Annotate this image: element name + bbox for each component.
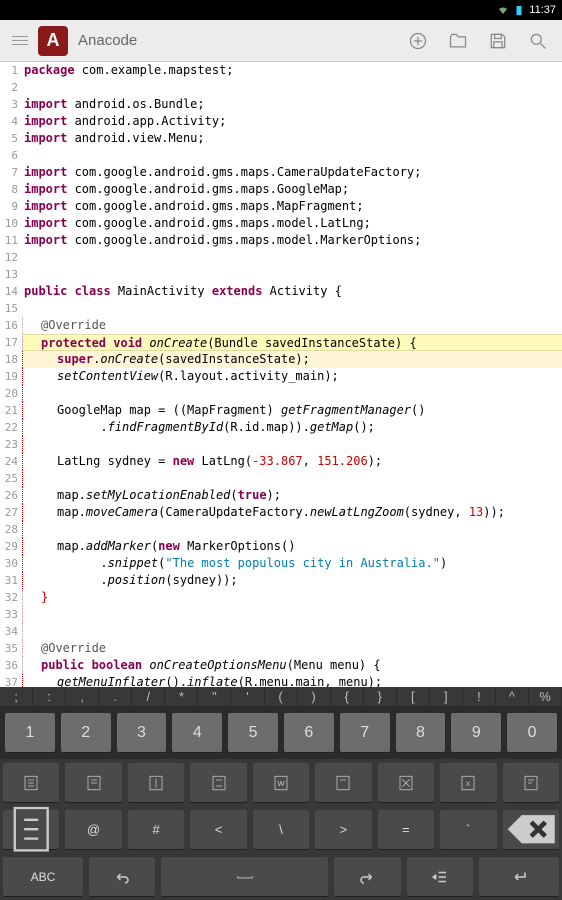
op-key[interactable]: > <box>315 810 371 849</box>
op-key[interactable]: # <box>128 810 184 849</box>
op-key[interactable]: \ <box>253 810 309 849</box>
app-bar: A Anacode <box>0 20 562 62</box>
space-key[interactable] <box>161 857 327 896</box>
sym-key[interactable]: ] <box>430 687 463 706</box>
fn-key[interactable] <box>378 763 434 802</box>
sym-key[interactable]: ^ <box>496 687 529 706</box>
code-editor[interactable]: 1234567891011121314151617181920212223242… <box>0 62 562 687</box>
sym-key[interactable]: . <box>99 687 132 706</box>
sym-key[interactable]: , <box>66 687 99 706</box>
sym-key[interactable]: * <box>165 687 198 706</box>
sym-key[interactable]: / <box>132 687 165 706</box>
fn-key[interactable] <box>65 763 121 802</box>
wifi-icon <box>497 4 509 16</box>
fn-key[interactable] <box>315 763 371 802</box>
num-key[interactable]: 9 <box>451 713 501 752</box>
fn-key[interactable] <box>3 763 59 802</box>
num-key[interactable]: 8 <box>396 713 446 752</box>
num-key[interactable]: 0 <box>507 713 557 752</box>
undo-key[interactable] <box>89 857 156 896</box>
menu-icon[interactable] <box>8 32 32 49</box>
num-key[interactable]: 4 <box>172 713 222 752</box>
doc-key[interactable] <box>3 810 59 849</box>
sym-key[interactable]: " <box>198 687 231 706</box>
indent-key[interactable] <box>407 857 474 896</box>
enter-key[interactable] <box>479 857 559 896</box>
num-key[interactable]: 6 <box>284 713 334 752</box>
backspace-key[interactable] <box>503 810 559 849</box>
sym-key[interactable]: ' <box>231 687 264 706</box>
redo-key[interactable] <box>334 857 401 896</box>
sym-key[interactable]: { <box>331 687 364 706</box>
line-gutter: 1234567891011121314151617181920212223242… <box>0 62 22 687</box>
sym-key[interactable]: ; <box>0 687 33 706</box>
number-row: 1234567890 <box>0 706 562 759</box>
battery-icon <box>513 4 525 16</box>
code-area[interactable]: package com.example.mapstest; import and… <box>22 62 562 687</box>
num-key[interactable]: 3 <box>117 713 167 752</box>
fn-key[interactable] <box>190 763 246 802</box>
sym-key[interactable]: : <box>33 687 66 706</box>
open-folder-icon[interactable] <box>448 31 468 51</box>
svg-text:W: W <box>277 779 285 788</box>
sym-key[interactable]: ) <box>298 687 331 706</box>
symbol-row: ;:,./*"'(){}[]!^% <box>0 687 562 706</box>
bottom-row: ABC <box>0 853 562 900</box>
num-key[interactable]: 2 <box>61 713 111 752</box>
operator-row: @ # < \ > = ` <box>0 806 562 853</box>
status-bar: 11:37 <box>0 0 562 20</box>
num-key[interactable]: 1 <box>5 713 55 752</box>
op-key[interactable]: = <box>378 810 434 849</box>
app-logo: A <box>38 26 68 56</box>
sym-key[interactable]: ( <box>265 687 298 706</box>
fn-key[interactable]: W <box>253 763 309 802</box>
add-icon[interactable] <box>408 31 428 51</box>
svg-text:X: X <box>466 781 471 788</box>
app-title: Anacode <box>78 32 408 49</box>
op-key[interactable]: ` <box>440 810 496 849</box>
sym-key[interactable]: % <box>529 687 562 706</box>
fn-key[interactable] <box>503 763 559 802</box>
fn-key[interactable] <box>128 763 184 802</box>
at-key[interactable]: @ <box>65 810 121 849</box>
save-icon[interactable] <box>488 31 508 51</box>
num-key[interactable]: 7 <box>340 713 390 752</box>
fn-key[interactable]: X <box>440 763 496 802</box>
num-key[interactable]: 5 <box>228 713 278 752</box>
op-key[interactable]: < <box>190 810 246 849</box>
search-icon[interactable] <box>528 31 548 51</box>
sym-key[interactable]: [ <box>397 687 430 706</box>
sym-key[interactable]: } <box>364 687 397 706</box>
status-time: 11:37 <box>529 4 556 16</box>
abc-key[interactable]: ABC <box>3 857 83 896</box>
soft-keyboard: ;:,./*"'(){}[]!^% 1234567890 W X @ # < \… <box>0 687 562 900</box>
function-row: W X <box>0 759 562 806</box>
sym-key[interactable]: ! <box>463 687 496 706</box>
